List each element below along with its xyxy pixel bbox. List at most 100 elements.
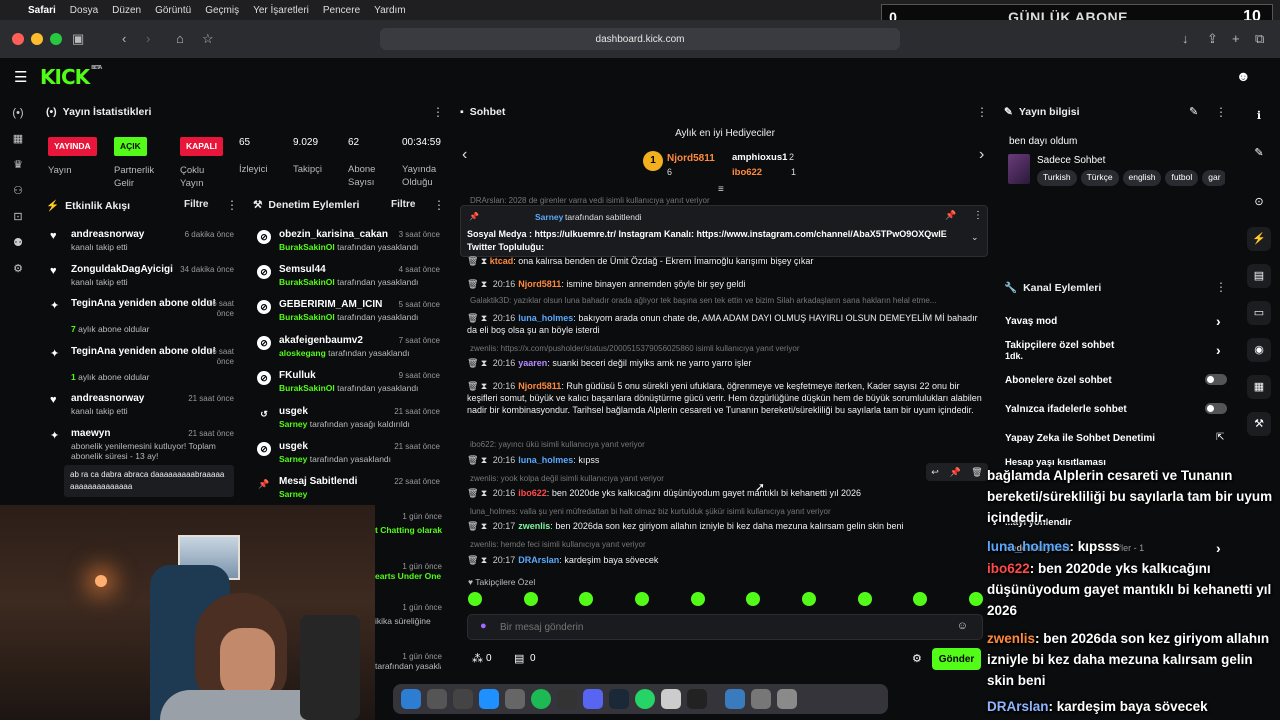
settings-gear-icon[interactable]: ⚙ — [0, 256, 36, 282]
zoom-window-button[interactable] — [50, 33, 62, 45]
capcut-icon[interactable] — [557, 689, 577, 709]
moderator-name[interactable]: Sarney — [279, 419, 307, 429]
emote-icon[interactable] — [523, 592, 538, 606]
new-tab-icon[interactable]: + — [1232, 31, 1240, 46]
chat-message[interactable]: 🗑 ⧗ ktcad: ona kalırsa benden de Ümit Öz… — [467, 255, 982, 267]
discord-icon[interactable] — [583, 689, 603, 709]
chat-username[interactable]: DRArslan — [518, 555, 559, 565]
tool-icon[interactable]: ⚒ — [1247, 412, 1271, 436]
dashboard-icon[interactable]: ▦ — [0, 126, 36, 152]
send-button[interactable]: Gönder — [932, 648, 981, 670]
menu-duzen[interactable]: Düzen — [112, 5, 141, 16]
slow-mode-row[interactable]: Yavaş mod — [1005, 316, 1057, 327]
moderator-name[interactable]: BurakSakinOl — [279, 312, 335, 322]
slow-mode-chevron-icon[interactable]: › — [1216, 313, 1221, 329]
broadcast-icon[interactable]: ◉ — [1247, 338, 1271, 362]
message-icon[interactable]: ▭ — [1247, 301, 1271, 325]
finder-icon[interactable] — [401, 689, 421, 709]
edit-stream-icon[interactable]: ✎ — [1189, 105, 1198, 118]
whatsapp-icon[interactable] — [635, 689, 655, 709]
activity-user[interactable]: andreasnorway — [71, 393, 144, 405]
gifter-name[interactable]: amphioxus1 — [732, 152, 787, 163]
stream-info-more-icon[interactable]: ⋮ — [1215, 105, 1227, 119]
spotify-icon[interactable] — [531, 689, 551, 709]
gifter-name[interactable]: ibo622 — [732, 167, 762, 178]
close-window-button[interactable] — [12, 33, 24, 45]
pinned-more-icon[interactable]: ⋮ — [973, 210, 983, 221]
forward-icon[interactable]: › — [146, 31, 150, 46]
emote-only-row[interactable]: Yalnızca ifadelerle sohbet — [1005, 404, 1127, 415]
moderation-target[interactable]: Semsul44 — [279, 264, 326, 275]
emote-icon[interactable] — [634, 592, 649, 606]
mod-actions-icon[interactable]: 🗑 ⧗ — [467, 256, 490, 266]
channel-actions-more-icon[interactable]: ⋮ — [1215, 280, 1227, 294]
minimize-window-button[interactable] — [31, 33, 43, 45]
emote-icon[interactable] — [690, 592, 705, 606]
moderation-target[interactable]: akafeigenbaumv2 — [279, 335, 363, 346]
menu-gecmis[interactable]: Geçmiş — [205, 5, 239, 16]
mod-actions-icon[interactable]: 🗑 ⧗ — [467, 521, 490, 531]
user-avatar-icon[interactable]: ☻ — [1236, 68, 1251, 84]
info-icon[interactable]: ℹ — [1247, 104, 1271, 128]
tab-overview-icon[interactable]: ⧉ — [1255, 31, 1264, 47]
stream-tag[interactable]: Türkçe — [1080, 170, 1119, 186]
chat-message[interactable]: 🗑 ⧗ 20:16 yaaren: suanki beceri değil miy… — [467, 357, 982, 369]
chest-icon[interactable]: ▤ — [514, 652, 524, 665]
downloads-folder-icon[interactable] — [725, 689, 745, 709]
kick-logo[interactable]: KICK BETA — [40, 65, 102, 89]
document-icon[interactable]: ▤ — [1247, 264, 1271, 288]
external-link-icon[interactable]: ⇱ — [1216, 432, 1224, 443]
bookmark-star-icon[interactable]: ☆ — [202, 31, 214, 47]
ai-moderation-row[interactable]: Yapay Zeka ile Sohbet Denetimi — [1005, 433, 1155, 444]
share-icon[interactable]: ⇪ — [1207, 31, 1218, 47]
stream-tag[interactable]: english — [1122, 170, 1162, 186]
live-icon[interactable]: (•) — [0, 100, 36, 126]
chat-username[interactable]: ktcad — [490, 256, 514, 266]
gifters-prev-icon[interactable]: ‹ — [462, 146, 467, 164]
gifters-collapse-icon[interactable]: ≡ — [718, 184, 724, 195]
activity-user[interactable]: maewyn — [71, 428, 110, 440]
hamburger-menu-icon[interactable]: ☰ — [14, 68, 27, 86]
menu-yardim[interactable]: Yardım — [374, 5, 406, 16]
moderation-more-icon[interactable]: ⋮ — [433, 198, 445, 212]
camera-icon[interactable]: ⊙ — [1247, 190, 1271, 214]
followers-only-row[interactable]: Takipçilere özel sohbet — [1005, 340, 1114, 351]
mod-actions-icon[interactable]: 🗑 ⧗ — [467, 358, 490, 368]
category-name[interactable]: Sadece Sohbet — [1037, 155, 1105, 166]
moderation-filter-button[interactable]: Filtre — [391, 199, 415, 210]
app-grid-icon[interactable] — [453, 689, 473, 709]
chat-username[interactable]: zwenlis — [518, 521, 550, 531]
unpin-icon[interactable]: 📌 — [945, 210, 956, 221]
moderation-target[interactable]: obezin_karisina_cakan — [279, 229, 388, 240]
subscribers-only-row[interactable]: Abonelere özel sohbet — [1005, 375, 1112, 386]
chat-input[interactable] — [500, 619, 940, 635]
chat-username[interactable]: ibo622 — [518, 488, 547, 498]
chat-message[interactable]: 🗑 ⧗ 20:17 DRArslan: kardeşim baya sövecek — [467, 554, 982, 566]
back-icon[interactable]: ‹ — [122, 31, 126, 46]
emoji-picker-icon[interactable]: ☺ — [957, 620, 968, 632]
category-thumbnail[interactable] — [1008, 154, 1030, 184]
trash-icon[interactable] — [777, 689, 797, 709]
chat-message[interactable]: 🗑 ⧗ 20:16 luna_holmes: kıpss — [467, 454, 982, 466]
pinned-by[interactable]: Sarney — [535, 212, 563, 222]
menu-dosya[interactable]: Dosya — [70, 5, 98, 16]
moderation-icon[interactable]: ⊡ — [0, 204, 36, 230]
download-icon[interactable]: ↓ — [1182, 31, 1189, 46]
bolt-icon[interactable]: ⚡ — [1247, 227, 1271, 251]
emote-icon[interactable] — [579, 592, 594, 606]
moderation-target[interactable]: usgek — [279, 406, 308, 417]
moderation-target[interactable]: FKulluk — [279, 370, 316, 381]
activity-user[interactable]: TeginAna yeniden abone oldu! — [71, 298, 221, 310]
chat-username[interactable]: yaaren — [518, 358, 547, 368]
launchpad-icon[interactable] — [427, 689, 447, 709]
chat-username[interactable]: Njord5811 — [518, 279, 561, 289]
stream-tag[interactable]: futbol — [1165, 170, 1199, 186]
menubar-app-name[interactable]: Safari — [28, 5, 56, 16]
chat-more-icon[interactable]: ⋮ — [976, 105, 988, 119]
menu-goruntu[interactable]: Görüntü — [155, 5, 191, 16]
address-bar[interactable]: dashboard.kick.com — [380, 28, 900, 50]
activity-more-icon[interactable]: ⋮ — [226, 198, 238, 212]
moderator-name[interactable]: Sarney — [279, 454, 307, 464]
activity-user[interactable]: TeginAna yeniden abone oldu! — [71, 346, 221, 358]
chat-message[interactable]: 🗑 ⧗ 20:16 Njord5811: Ruh güdüsü 5 onu sür… — [467, 380, 982, 416]
